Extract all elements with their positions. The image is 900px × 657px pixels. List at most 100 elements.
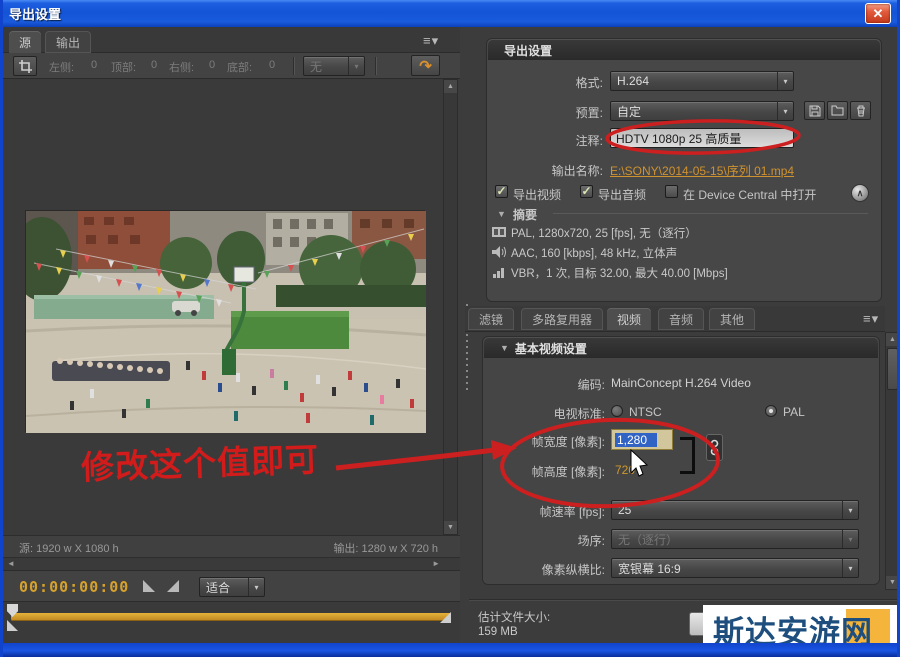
- filesize-label: 估计文件大小:: [478, 609, 550, 625]
- footer-divider: [469, 599, 900, 600]
- title-bar: 导出设置: [0, 0, 900, 27]
- crop-ratio-dropdown[interactable]: 无 ▾: [303, 56, 365, 76]
- scroll-up-icon[interactable]: ▲: [444, 80, 457, 93]
- set-out-point-icon[interactable]: [167, 580, 179, 592]
- chevron-down-icon: ▾: [348, 57, 364, 75]
- video-preview-frame[interactable]: [25, 210, 425, 432]
- scroll-down-icon[interactable]: ▼: [886, 576, 899, 589]
- close-icon: ✕: [873, 6, 884, 22]
- tab-source[interactable]: 源: [9, 31, 41, 53]
- pal-radio[interactable]: [765, 405, 777, 417]
- panel-splitter[interactable]: [461, 79, 473, 601]
- export-settings-window: 导出设置 ✕ 源 输出 ≡▾ 左侧: 0 顶部: 0 右侧: 0 底部: 0 无…: [0, 0, 900, 657]
- crop-right-value[interactable]: 0: [209, 59, 215, 71]
- par-dropdown[interactable]: 宽银幕 16:9 ▾: [611, 558, 859, 578]
- in-point-handle[interactable]: [7, 620, 18, 631]
- tab-filters[interactable]: 滤镜: [468, 308, 514, 330]
- scrollbar-thumb[interactable]: [887, 348, 898, 390]
- crop-left-value[interactable]: 0: [91, 59, 97, 71]
- crop-icon: [19, 60, 32, 73]
- field-order-dropdown[interactable]: 无（逐行） ▾: [611, 529, 859, 549]
- collapse-round-button[interactable]: ∧: [851, 184, 869, 202]
- chevron-down-icon: ▾: [842, 530, 858, 548]
- comment-input[interactable]: HDTV 1080p 25 高质量: [610, 128, 794, 148]
- schoolyard-video-frame: [26, 211, 426, 433]
- frame-width-input[interactable]: 1,280: [611, 429, 673, 450]
- scroll-up-icon[interactable]: ▲: [886, 333, 899, 346]
- export-audio-checkbox[interactable]: ✓: [580, 185, 593, 198]
- format-dropdown[interactable]: H.264 ▾: [610, 71, 794, 91]
- crop-top-label: 顶部:: [111, 59, 136, 75]
- summary-video: PAL, 1280x720, 25 [fps], 无（逐行）: [511, 225, 697, 241]
- crop-bottom-value[interactable]: 0: [269, 59, 275, 71]
- ntsc-radio[interactable]: [611, 405, 623, 417]
- preview-hscrollbar[interactable]: ◄ ►: [3, 557, 460, 570]
- work-area-bar[interactable]: [11, 613, 451, 620]
- framerate-label: 帧速率 [fps]:: [473, 503, 605, 520]
- tab-audio[interactable]: 音频: [658, 308, 704, 330]
- disclosure-icon[interactable]: ▼: [500, 343, 509, 353]
- scroll-right-icon[interactable]: ►: [432, 559, 440, 568]
- close-button[interactable]: ✕: [865, 3, 891, 24]
- summary-header: 摘要: [513, 206, 537, 223]
- export-video-checkbox[interactable]: ✓: [495, 185, 508, 198]
- goto-output-button[interactable]: ↷: [411, 55, 440, 76]
- summary-disclosure-icon[interactable]: ▼: [497, 209, 506, 219]
- crop-left-label: 左侧:: [49, 59, 74, 75]
- chevron-down-icon: ▾: [842, 559, 858, 577]
- zoom-level-dropdown[interactable]: 适合 ▾: [199, 577, 265, 597]
- summary-audio: AAC, 160 [kbps], 48 kHz, 立体声: [511, 245, 677, 261]
- tv-standard-label: 电视标准:: [473, 405, 605, 422]
- output-name-label: 输出名称:: [483, 162, 603, 179]
- par-label: 像素纵横比:: [473, 561, 605, 578]
- filesize-value: 159 MB: [478, 626, 518, 638]
- tab-output[interactable]: 输出: [45, 31, 91, 53]
- tab-video[interactable]: 视频: [607, 308, 651, 330]
- panel-menu-icon[interactable]: ≡▾: [423, 33, 439, 49]
- chevron-down-icon: ▾: [248, 578, 264, 596]
- summary-divider: [553, 213, 868, 214]
- preview-vscrollbar[interactable]: ▲ ▼: [443, 79, 458, 535]
- timeline: [3, 601, 460, 643]
- chevron-down-icon: ▾: [842, 501, 858, 519]
- ntsc-label: NTSC: [629, 405, 662, 419]
- frame-width-label: 帧宽度 [像素]:: [473, 433, 605, 450]
- save-preset-button[interactable]: [804, 101, 825, 120]
- export-video-label: 导出视频: [513, 186, 561, 203]
- export-settings-header: 导出设置: [488, 40, 880, 60]
- tab-others[interactable]: 其他: [709, 308, 755, 330]
- forward-arrow-icon: ↷: [419, 57, 432, 75]
- toolbar-separator: [375, 57, 376, 75]
- preset-dropdown[interactable]: 自定 ▾: [610, 101, 794, 121]
- tab-multiplexer[interactable]: 多路复用器: [521, 308, 603, 330]
- chevron-down-icon: ▾: [777, 102, 793, 120]
- transport-bar: 00:00:00:00 适合 ▾: [3, 570, 460, 601]
- device-central-checkbox[interactable]: [665, 185, 678, 198]
- settings-vscrollbar[interactable]: ▲ ▼: [885, 332, 900, 590]
- set-in-point-icon[interactable]: [143, 580, 155, 592]
- comment-label: 注释:: [483, 132, 603, 149]
- framerate-dropdown[interactable]: 25 ▾: [611, 500, 859, 520]
- crop-right-label: 右侧:: [169, 59, 194, 75]
- dimension-link-bracket: [680, 437, 695, 474]
- crop-top-value[interactable]: 0: [151, 59, 157, 71]
- import-preset-button[interactable]: [827, 101, 848, 120]
- scroll-down-icon[interactable]: ▼: [444, 521, 457, 534]
- field-order-label: 场序:: [473, 532, 605, 549]
- preset-label: 预置:: [483, 104, 603, 121]
- output-name-link[interactable]: E:\SONY\2014-05-15\序列 01.mp4: [610, 162, 794, 179]
- options-panel-menu-icon[interactable]: ≡▾: [863, 311, 879, 327]
- chain-link-icon: [710, 439, 719, 456]
- crop-toolbar: 左侧: 0 顶部: 0 右侧: 0 底部: 0 无 ▾ ↷: [3, 53, 460, 79]
- out-point-handle[interactable]: [440, 612, 451, 623]
- aspect-link-button[interactable]: [706, 434, 723, 461]
- options-tab-bar: 滤镜 多路复用器 视频 音频 其他 ≡▾: [465, 306, 885, 332]
- delete-preset-button[interactable]: [850, 101, 871, 120]
- scroll-left-icon[interactable]: ◄: [7, 559, 15, 568]
- codec-label: 编码:: [473, 376, 605, 393]
- frame-height-value[interactable]: 720: [615, 463, 635, 477]
- crop-button[interactable]: [13, 56, 37, 76]
- toolbar-separator: [293, 57, 294, 75]
- timecode[interactable]: 00:00:00:00: [19, 578, 129, 596]
- save-icon: [809, 105, 821, 117]
